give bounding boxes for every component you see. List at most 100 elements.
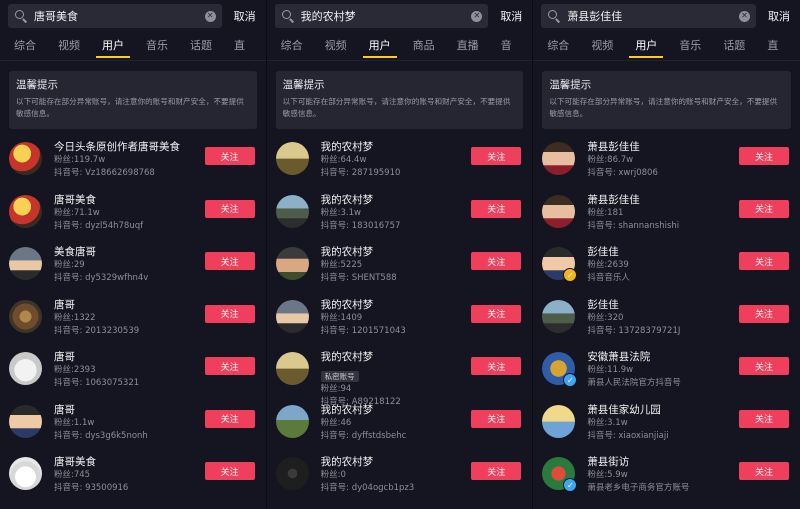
tab-item[interactable]: 音乐	[146, 32, 168, 60]
avatar[interactable]	[9, 194, 42, 228]
follow-button[interactable]: 关注	[738, 409, 789, 428]
user-id: 萧县老乡电子商务官方账号	[587, 483, 690, 493]
cancel-button[interactable]: 取消	[768, 8, 794, 24]
follow-button[interactable]: 关注	[738, 199, 789, 218]
avatar[interactable]	[542, 299, 576, 333]
user-row[interactable]: 我的农村梦 粉丝:46 抖音号: dyffstdsbehc 关注	[267, 400, 533, 453]
tab-item[interactable]: 直播	[457, 32, 479, 60]
cancel-button[interactable]: 取消	[234, 8, 260, 24]
user-row[interactable]: ✓ 萧县街访 粉丝:5.9w 萧县老乡电子商务官方账号 关注	[533, 452, 800, 505]
tab-item[interactable]: 综合	[547, 32, 569, 60]
cancel-button[interactable]: 取消	[500, 8, 526, 24]
tab-item[interactable]: 综合	[14, 32, 36, 60]
user-row[interactable]: 萧县彭佳佳 粉丝:181 抖音号: shannanshishi 关注	[533, 190, 800, 243]
avatar-image	[542, 299, 576, 333]
user-row[interactable]: 唐哥 粉丝:1322 抖音号: 2013230539 关注	[0, 295, 266, 348]
tab-item[interactable]: 话题	[723, 32, 745, 60]
follow-button[interactable]: 关注	[204, 147, 255, 165]
user-id: 抖音号: SHENT588	[320, 273, 397, 283]
follow-button[interactable]: 关注	[471, 147, 522, 165]
tab-item[interactable]: 综合	[281, 32, 303, 60]
clear-icon[interactable]: ✕	[471, 10, 483, 22]
follow-button[interactable]: 关注	[471, 409, 522, 428]
tab-item[interactable]: 用户	[629, 32, 664, 60]
tip-body: 以下可能存在部分异常账号，请注意你的账号和财产安全，不要提供敏感信息。	[549, 97, 778, 118]
user-row[interactable]: 唐哥美食 粉丝:745 抖音号: 93500916 关注	[0, 452, 266, 505]
follow-button[interactable]: 关注	[204, 462, 255, 480]
follow-button[interactable]: 关注	[738, 147, 789, 165]
avatar[interactable]	[9, 352, 42, 385]
follow-button[interactable]: 关注	[738, 304, 789, 323]
follow-button[interactable]: 关注	[204, 357, 255, 375]
avatar[interactable]	[275, 299, 309, 333]
avatar[interactable]	[275, 404, 309, 438]
follow-button[interactable]: 关注	[738, 462, 789, 480]
avatar[interactable]	[542, 404, 576, 438]
avatar[interactable]: ✓	[542, 457, 578, 492]
avatar[interactable]	[275, 142, 309, 175]
follow-button[interactable]: 关注	[471, 462, 522, 480]
user-row[interactable]: 我的农村梦 粉丝:64.4w 抖音号: 287195910 关注	[267, 137, 533, 190]
user-row[interactable]: 美食唐哥 粉丝:29 抖音号: dy5329wfhn4v 关注	[0, 242, 266, 295]
follow-button[interactable]: 关注	[471, 252, 522, 270]
tab-item[interactable]: 直	[767, 32, 778, 60]
search-query[interactable]: 萧县彭佳佳	[567, 8, 739, 24]
follow-button[interactable]: 关注	[471, 199, 522, 218]
user-row[interactable]: 我的农村梦 私密账号 粉丝:94 抖音号: A89218122 关注	[267, 347, 533, 407]
avatar[interactable]	[542, 194, 576, 228]
search-icon	[547, 9, 561, 23]
avatar[interactable]	[9, 404, 42, 438]
follow-button[interactable]: 关注	[204, 252, 255, 270]
avatar[interactable]	[275, 247, 309, 280]
search-input[interactable]: 唐哥美食 ✕	[8, 4, 222, 28]
tab-item[interactable]: 商品	[413, 32, 435, 60]
avatar[interactable]	[275, 194, 309, 228]
clear-icon[interactable]: ✕	[738, 10, 750, 22]
user-row[interactable]: ✓ 彭佳佳 粉丝:2639 抖音音乐人 关注	[533, 242, 800, 295]
avatar[interactable]	[9, 299, 42, 333]
search-query[interactable]: 我的农村梦	[301, 8, 472, 24]
user-row[interactable]: 我的农村梦 粉丝:3.1w 抖音号: 183016757 关注	[267, 190, 533, 243]
avatar[interactable]	[9, 247, 42, 280]
tab-item[interactable]: 音	[501, 32, 512, 60]
tab-item[interactable]: 用户	[96, 32, 130, 60]
user-row[interactable]: ✓ 安徽萧县法院 粉丝:11.9w 萧县人民法院官方抖音号 关注	[533, 347, 800, 400]
follow-button[interactable]: 关注	[204, 304, 255, 323]
user-row[interactable]: 唐哥美食 粉丝:71.1w 抖音号: dyzl54h78uqf 关注	[0, 190, 266, 243]
user-row[interactable]: 唐哥 粉丝:1.1w 抖音号: dys3g6k5nonh 关注	[0, 400, 266, 453]
user-row[interactable]: 我的农村梦 粉丝:0 抖音号: dy04ogcb1pz3 关注	[267, 452, 533, 505]
user-row[interactable]: 我的农村梦 粉丝:5225 抖音号: SHENT588 关注	[267, 242, 533, 295]
search-input[interactable]: 萧县彭佳佳 ✕	[541, 4, 756, 28]
tab-item[interactable]: 用户	[362, 32, 397, 60]
avatar[interactable]	[9, 457, 42, 490]
user-row[interactable]: 我的农村梦 粉丝:1409 抖音号: 1201571043 关注	[267, 295, 533, 348]
tab-item[interactable]: 话题	[190, 32, 212, 60]
follow-button[interactable]: 关注	[738, 252, 789, 270]
tab-item[interactable]: 视频	[591, 32, 613, 60]
tab-item[interactable]: 直	[234, 32, 245, 60]
user-row[interactable]: 彭佳佳 粉丝:320 抖音号: 13728379721J 关注	[533, 295, 800, 348]
tab-item[interactable]: 视频	[58, 32, 80, 60]
user-row[interactable]: 萧县佳家幼儿园 粉丝:3.1w 抖音号: xiaoxianjiaji 关注	[533, 400, 800, 453]
search-input[interactable]: 我的农村梦 ✕	[274, 4, 489, 28]
user-row[interactable]: 唐哥 粉丝:2393 抖音号: 1063075321 关注	[0, 347, 266, 400]
follow-button[interactable]: 关注	[204, 409, 255, 428]
follow-button[interactable]: 关注	[204, 199, 255, 218]
clear-icon[interactable]: ✕	[204, 10, 216, 22]
search-query[interactable]: 唐哥美食	[34, 8, 205, 24]
avatar[interactable]	[9, 142, 42, 175]
avatar[interactable]: ✓	[542, 352, 578, 387]
tab-item[interactable]: 视频	[325, 32, 347, 60]
avatar[interactable]: ✓	[542, 247, 578, 282]
tab-item[interactable]: 音乐	[679, 32, 701, 60]
user-id: 抖音号: xiaoxianjiaji	[587, 430, 669, 441]
avatar[interactable]	[542, 142, 576, 175]
user-row[interactable]: 萧县彭佳佳 粉丝:86.7w 抖音号: xwrj0806 关注	[533, 137, 800, 190]
follow-button[interactable]: 关注	[471, 304, 522, 323]
avatar-image	[9, 247, 42, 280]
follow-button[interactable]: 关注	[738, 357, 789, 375]
avatar[interactable]	[275, 352, 309, 385]
user-row[interactable]: 今日头条原创作者唐哥美食 粉丝:119.7w 抖音号: Vz18662698768 关…	[0, 137, 266, 190]
follow-button[interactable]: 关注	[471, 357, 522, 375]
avatar[interactable]	[275, 457, 309, 490]
